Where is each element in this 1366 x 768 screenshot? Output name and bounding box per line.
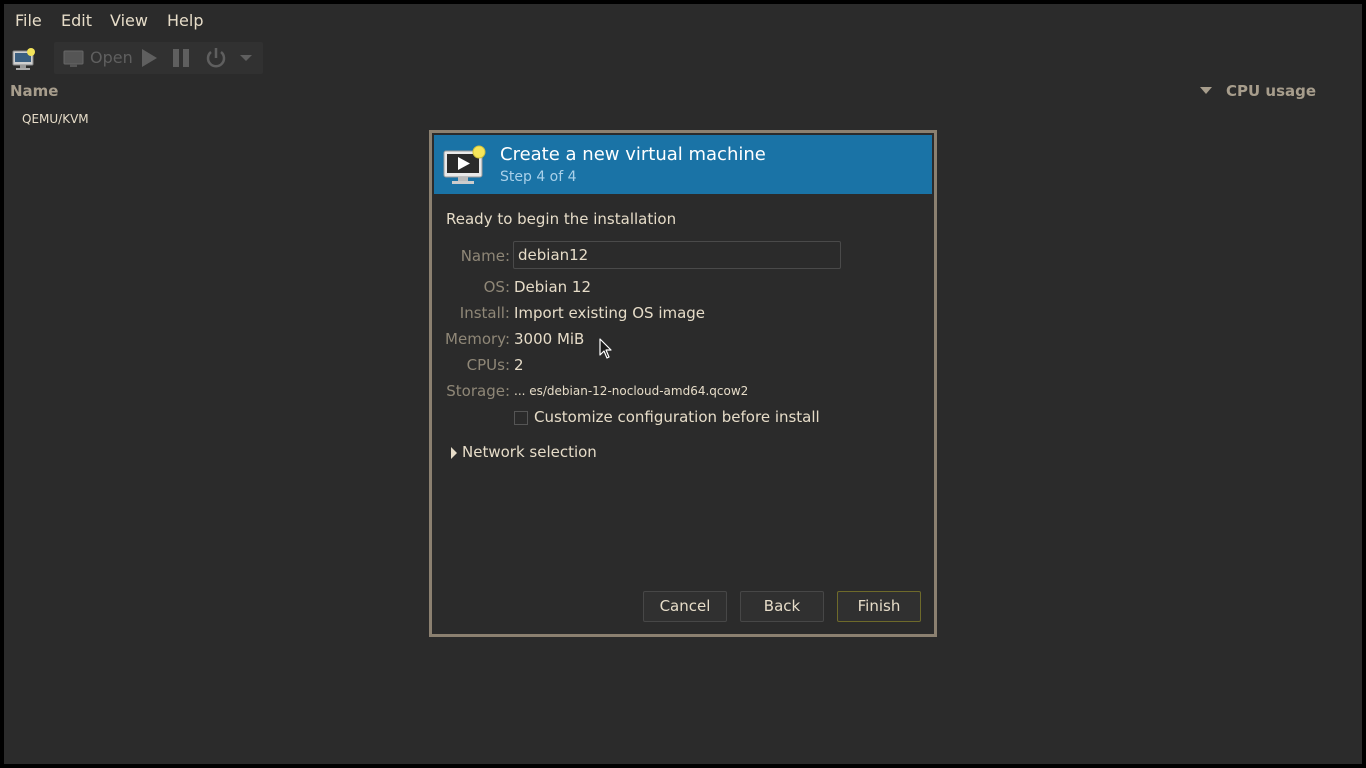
pause-icon	[173, 49, 189, 67]
cpus-value: 2	[514, 356, 524, 374]
open-label: Open	[90, 48, 133, 67]
vm-controls-group: Open	[54, 42, 263, 74]
memory-label: Memory:	[445, 330, 510, 348]
os-value: Debian 12	[514, 278, 592, 296]
menubar: File Edit View Help	[4, 4, 1362, 36]
sort-dropdown-icon[interactable]	[1200, 87, 1212, 94]
menu-file[interactable]: File	[15, 11, 42, 30]
back-button[interactable]: Back	[740, 591, 824, 622]
dialog-header: Create a new virtual machine Step 4 of 4	[434, 135, 932, 194]
customize-checkbox[interactable]	[514, 411, 528, 425]
dialog-step: Step 4 of 4	[500, 169, 577, 185]
vm-list-header: Name CPU usage	[4, 80, 1362, 106]
shutdown-menu-button[interactable]	[236, 42, 256, 74]
pause-button[interactable]	[170, 42, 192, 74]
memory-value: 3000 MiB	[514, 330, 585, 348]
name-input[interactable]	[513, 241, 841, 269]
ready-text: Ready to begin the installation	[446, 210, 677, 228]
cancel-button[interactable]: Cancel	[643, 591, 727, 622]
cpus-label: CPUs:	[466, 356, 510, 374]
new-vm-icon	[12, 48, 35, 70]
storage-label: Storage:	[446, 382, 510, 400]
monitor-icon	[63, 50, 84, 67]
virt-manager-window: File Edit View Help Open Name CPU usage …	[4, 4, 1362, 764]
install-value: Import existing OS image	[514, 304, 706, 322]
toolbar: Open	[4, 42, 304, 74]
column-cpu-usage[interactable]: CPU usage	[1226, 82, 1316, 100]
open-button[interactable]: Open	[60, 42, 133, 74]
new-vm-dialog: Create a new virtual machine Step 4 of 4…	[429, 130, 937, 637]
os-label: OS:	[483, 278, 510, 296]
mouse-cursor-icon	[599, 338, 612, 359]
menu-edit[interactable]: Edit	[61, 11, 92, 30]
play-icon	[142, 49, 157, 67]
install-label: Install:	[459, 304, 510, 322]
power-icon	[206, 48, 226, 68]
dialog-title: Create a new virtual machine	[500, 144, 766, 165]
finish-button[interactable]: Finish	[837, 591, 921, 622]
customize-label[interactable]: Customize configuration before install	[534, 408, 820, 426]
new-vm-icon	[443, 145, 486, 184]
run-button[interactable]	[138, 42, 160, 74]
shutdown-button[interactable]	[204, 42, 228, 74]
menu-view[interactable]: View	[110, 11, 148, 30]
expander-arrow-icon[interactable]	[451, 447, 457, 459]
chevron-down-icon	[240, 55, 252, 61]
menu-help[interactable]: Help	[167, 11, 203, 30]
storage-value: ... es/debian-12-nocloud-amd64.qcow2	[514, 384, 749, 398]
name-label: Name:	[460, 247, 510, 265]
column-name[interactable]: Name	[10, 82, 58, 100]
network-selection-expander[interactable]: Network selection	[462, 443, 597, 461]
new-vm-button[interactable]	[10, 42, 38, 74]
connection-row[interactable]: QEMU/KVM	[22, 112, 89, 126]
